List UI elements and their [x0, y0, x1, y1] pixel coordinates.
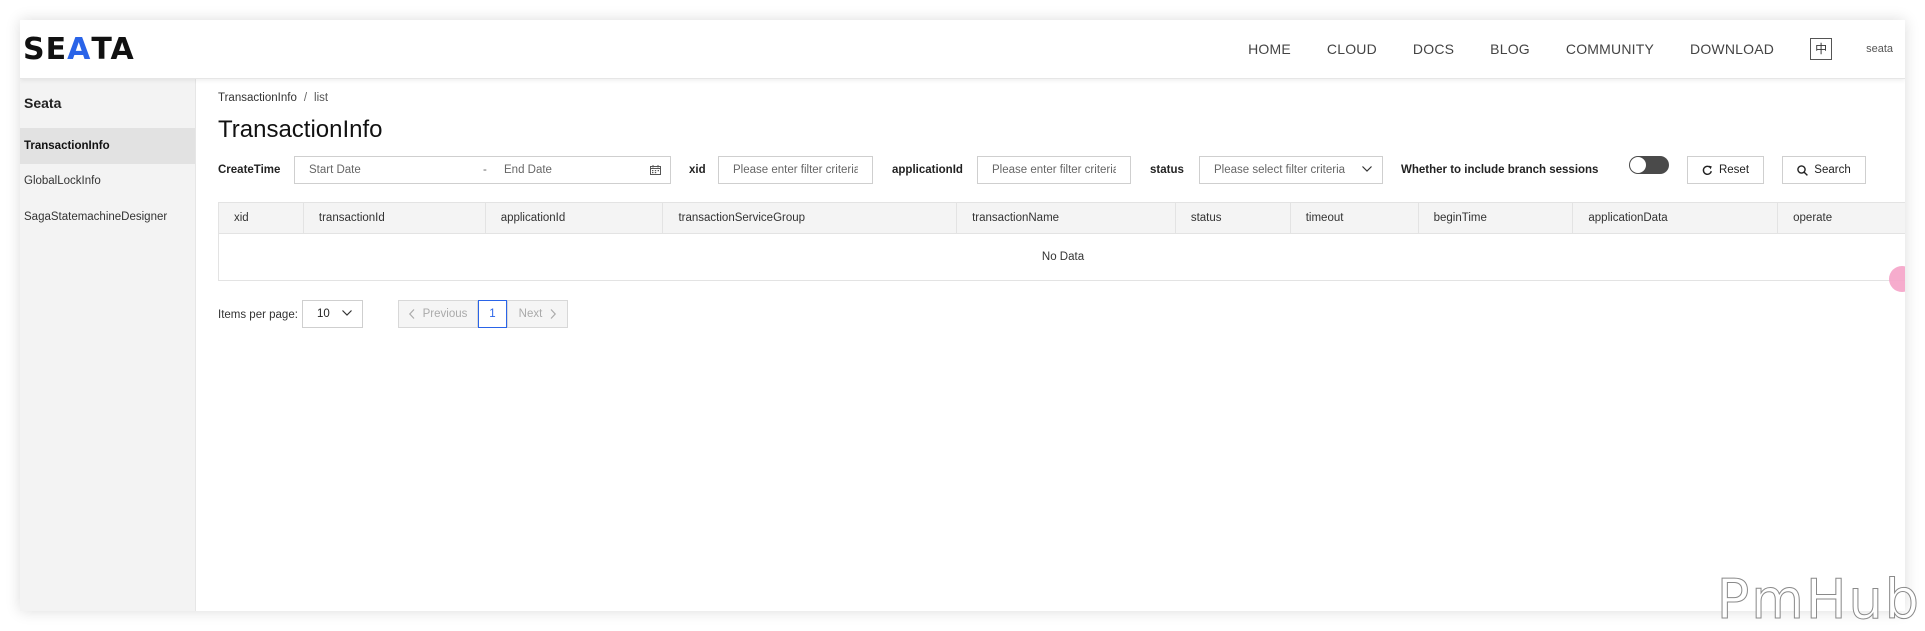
refresh-icon — [1702, 165, 1712, 175]
chevron-left-icon — [408, 309, 415, 319]
logo-part: TA — [91, 31, 135, 67]
status-select[interactable]: Please select filter criteria — [1199, 156, 1383, 184]
user-name[interactable]: seata — [1866, 43, 1893, 55]
sidebar-item-transactioninfo[interactable]: TransactionInfo — [20, 128, 195, 164]
page-title: TransactionInfo — [218, 116, 383, 143]
column-header: transactionName — [957, 203, 1176, 233]
xid-label: xid — [689, 164, 706, 176]
empty-table-message: No Data — [218, 234, 1905, 281]
column-header: timeout — [1291, 203, 1419, 233]
previous-page-button[interactable]: Previous — [398, 300, 478, 328]
column-header: transactionServiceGroup — [663, 203, 958, 233]
sidebar: Seata TransactionInfo GlobalLockInfo Sag… — [20, 78, 196, 611]
breadcrumb-separator: / — [303, 92, 308, 104]
breadcrumb-root[interactable]: TransactionInfo — [218, 92, 297, 104]
sidebar-item-globallockinfo[interactable]: GlobalLockInfo — [20, 163, 195, 199]
sidebar-item-sagastatemachinedesigner[interactable]: SagaStatemachineDesigner — [20, 199, 195, 235]
sidebar-title: Seata — [24, 95, 62, 111]
language-switch-button[interactable]: 中 — [1810, 38, 1833, 60]
branch-sessions-label: Whether to include branch sessions — [1401, 164, 1599, 176]
next-label: Next — [518, 308, 543, 320]
status-select-placeholder: Please select filter criteria — [1214, 164, 1346, 176]
xid-input-box[interactable] — [718, 156, 873, 184]
column-header: transactionId — [304, 203, 486, 233]
page-size-select[interactable]: 10 — [302, 300, 363, 328]
end-date-input[interactable]: End Date — [504, 164, 552, 176]
items-per-page-label: Items per page: — [218, 309, 298, 321]
column-header: xid — [219, 203, 304, 233]
page-number-1[interactable]: 1 — [478, 300, 507, 328]
table-header: xid transactionId applicationId transact… — [218, 202, 1905, 234]
calendar-icon[interactable] — [650, 165, 661, 175]
chevron-down-icon — [1362, 166, 1372, 172]
seata-logo[interactable]: SE A TA — [23, 31, 135, 67]
nav-home[interactable]: HOME — [1248, 41, 1291, 57]
search-icon — [1797, 164, 1809, 176]
nav-docs[interactable]: DOCS — [1413, 41, 1454, 57]
next-page-button[interactable]: Next — [507, 300, 568, 328]
column-header: status — [1176, 203, 1291, 233]
application-id-label: applicationId — [892, 164, 963, 176]
main-content: TransactionInfo / list TransactionInfo Cre… — [218, 78, 1905, 611]
branch-sessions-toggle[interactable] — [1629, 156, 1669, 174]
start-date-input[interactable]: Start Date — [309, 164, 361, 176]
chevron-down-icon — [342, 310, 352, 316]
xid-input[interactable] — [719, 157, 872, 183]
previous-label: Previous — [422, 308, 468, 320]
search-button-label: Search — [1814, 164, 1851, 176]
column-header: operate — [1793, 212, 1833, 224]
column-header: applicationId — [486, 203, 664, 233]
reset-button-label: Reset — [1718, 164, 1750, 176]
date-range-separator: - — [483, 164, 487, 176]
watermark-text: PmHub — [1716, 568, 1921, 631]
floating-help-bubble[interactable] — [1889, 266, 1905, 292]
top-navbar: SE A TA HOME CLOUD DOCS BLOG COMMUNITY DOW… — [20, 20, 1905, 79]
reset-button[interactable]: Reset — [1687, 156, 1764, 184]
date-range-picker[interactable]: Start Date - End Date — [294, 156, 671, 184]
application-id-input-box[interactable] — [977, 156, 1131, 184]
transactions-table: xid transactionId applicationId transact… — [218, 202, 1905, 281]
nav-download[interactable]: DOWNLOAD — [1690, 41, 1774, 57]
logo-highlight: A — [67, 31, 92, 67]
chevron-right-icon — [550, 309, 557, 319]
logo-part: SE — [23, 31, 68, 67]
breadcrumb-current: list — [314, 92, 329, 104]
create-time-label: CreateTime — [218, 164, 281, 176]
status-label: status — [1150, 164, 1184, 176]
breadcrumb: TransactionInfo / list — [218, 92, 328, 104]
page-size-value: 10 — [317, 308, 330, 320]
column-header: beginTime — [1419, 203, 1574, 233]
search-button[interactable]: Search — [1782, 156, 1866, 184]
column-header: applicationData — [1573, 203, 1779, 233]
main-nav: HOME CLOUD DOCS BLOG COMMUNITY DOWNLOAD … — [1248, 20, 1905, 78]
app-window: SE A TA HOME CLOUD DOCS BLOG COMMUNITY DOW… — [20, 20, 1905, 611]
toggle-knob — [1630, 157, 1646, 173]
nav-blog[interactable]: BLOG — [1490, 41, 1530, 57]
nav-community[interactable]: COMMUNITY — [1566, 41, 1654, 57]
application-id-input[interactable] — [978, 157, 1130, 183]
nav-cloud[interactable]: CLOUD — [1327, 41, 1377, 57]
